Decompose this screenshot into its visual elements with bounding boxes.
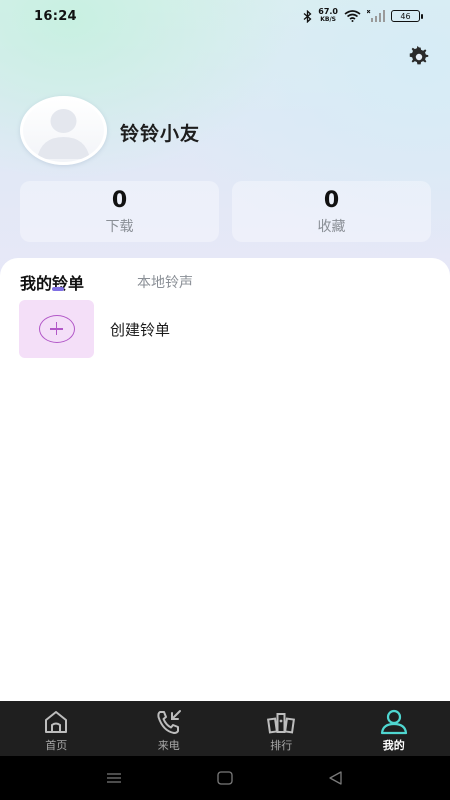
- tab-ranking-label: 排行: [270, 739, 293, 752]
- incoming-call-icon: [157, 710, 181, 734]
- tab-home[interactable]: 首页: [0, 701, 113, 756]
- net-speed-value: 67.0: [318, 7, 338, 16]
- home-button-icon[interactable]: [215, 770, 235, 786]
- download-count: 0: [111, 188, 128, 213]
- download-label: 下载: [105, 219, 134, 235]
- avatar[interactable]: [20, 96, 107, 165]
- gear-icon[interactable]: [407, 45, 431, 69]
- plus-circle-icon: [38, 315, 75, 343]
- favorites-stat-card[interactable]: 0 收藏: [232, 181, 431, 242]
- home-icon: [45, 711, 68, 733]
- wifi-icon: [344, 10, 361, 22]
- battery-icon: 46: [391, 10, 423, 22]
- bottom-tab-bar: 首页 来电 排行 我的: [0, 701, 450, 756]
- tab-indicator: [52, 287, 64, 291]
- tab-mine-label: 我的: [382, 739, 405, 752]
- system-nav-bar: [0, 756, 450, 800]
- ranking-icon: [267, 713, 296, 734]
- menu-icon[interactable]: [104, 770, 124, 786]
- status-bar: 16:24 67.0 KB/S 46: [0, 0, 450, 32]
- create-ringlist-button[interactable]: [19, 300, 94, 358]
- user-nickname: 铃铃小友: [120, 123, 201, 145]
- user-icon: [380, 709, 407, 735]
- create-ringlist-label[interactable]: 创建铃单: [110, 319, 170, 340]
- tab-incoming-call-label: 来电: [157, 739, 180, 752]
- download-stat-card[interactable]: 0 下载: [20, 181, 219, 242]
- content-panel: 我的铃单 本地铃声 创建铃单: [0, 258, 450, 703]
- battery-level: 46: [400, 11, 411, 21]
- net-speed: 67.0 KB/S: [318, 8, 338, 24]
- default-avatar-icon: [37, 109, 90, 159]
- status-time: 16:24: [34, 8, 77, 24]
- net-speed-unit: KB/S: [320, 16, 336, 23]
- no-signal-icon: [367, 10, 385, 22]
- favorites-label: 收藏: [317, 219, 346, 235]
- status-icons: 67.0 KB/S 46: [303, 8, 423, 24]
- back-icon[interactable]: [326, 770, 346, 786]
- tab-local-ringtones[interactable]: 本地铃声: [137, 272, 193, 292]
- tab-home-label: 首页: [45, 739, 68, 752]
- tab-incoming-call[interactable]: 来电: [113, 701, 226, 756]
- tab-ranking[interactable]: 排行: [225, 701, 338, 756]
- bluetooth-icon: [303, 9, 312, 23]
- tab-mine[interactable]: 我的: [338, 701, 450, 756]
- favorites-count: 0: [323, 188, 340, 213]
